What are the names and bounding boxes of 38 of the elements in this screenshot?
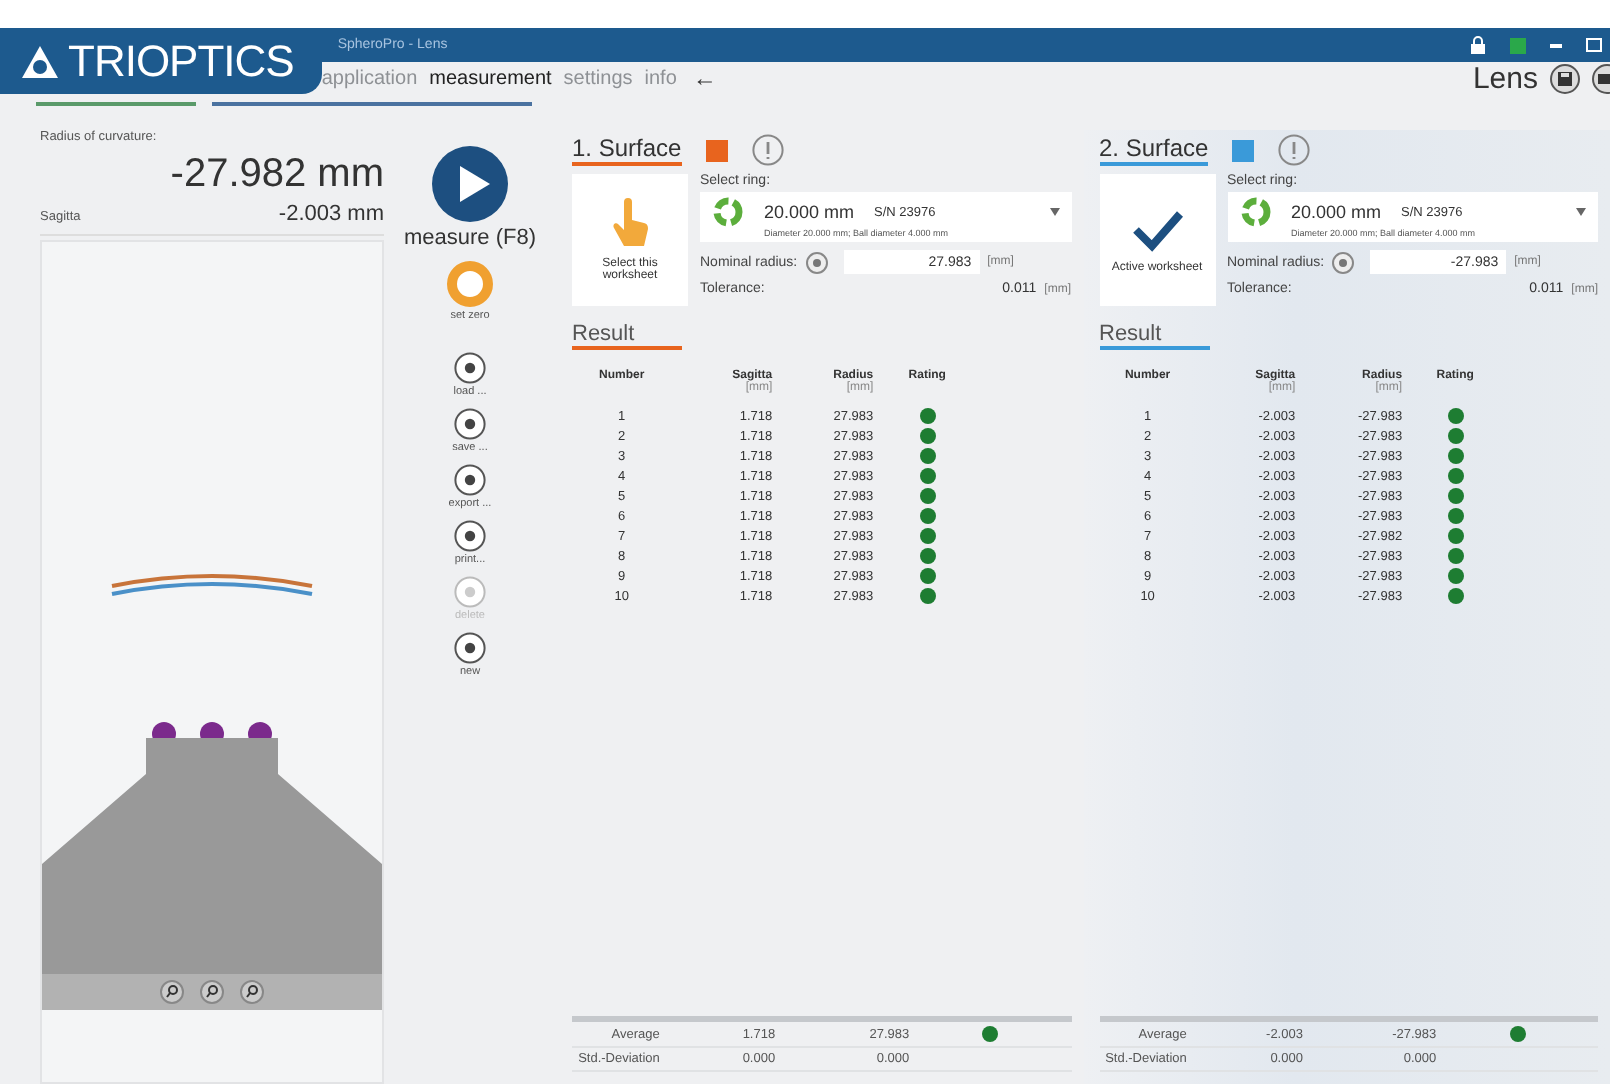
lock-icon[interactable]: [1470, 36, 1486, 54]
settings-icon[interactable]: [805, 251, 828, 273]
play-icon: [432, 146, 508, 222]
save-disk-icon[interactable]: [1550, 63, 1580, 93]
round-tool-icon: [453, 352, 486, 384]
result-title: Result: [1099, 322, 1210, 350]
zoom-icon[interactable]: [160, 980, 184, 1004]
settings-icon[interactable]: [1332, 251, 1355, 273]
minimize-icon[interactable]: [1550, 43, 1562, 47]
tab[interactable]: measurement: [429, 67, 552, 89]
sagitta-value: -2.003 mm: [278, 202, 384, 226]
round-tool-icon: [454, 464, 486, 496]
ring-segments-icon: [712, 196, 744, 228]
zoom-icon[interactable]: [200, 980, 224, 1004]
hand-pointer-icon: [610, 198, 650, 250]
surface-title[interactable]: 1. Surface: [572, 134, 682, 166]
result-title: Result: [572, 322, 683, 350]
measure-button[interactable]: measure (F8): [403, 146, 537, 250]
surface-title[interactable]: 2. Surface: [1099, 134, 1209, 166]
radius-value: -27.982 mm: [170, 152, 384, 198]
round-tool-icon: [454, 520, 486, 552]
zoom-icon[interactable]: [240, 980, 264, 1004]
dropdown-caret-icon: [1576, 208, 1586, 216]
ring-segments-icon: [1239, 196, 1271, 228]
round-tool-icon: [454, 576, 486, 608]
back-button[interactable]: ←: [688, 64, 721, 92]
ring-icon: [446, 260, 494, 308]
logo-text: TRIOPTICS: [68, 35, 294, 87]
info-icon[interactable]: [751, 134, 784, 166]
maximize-icon[interactable]: [1586, 38, 1602, 52]
triangle-logo-icon: [20, 43, 60, 79]
info-icon[interactable]: [1278, 134, 1311, 166]
dropdown-caret-icon: [1049, 208, 1059, 216]
status-square-icon: [1510, 37, 1526, 53]
checkmark-icon: [1129, 206, 1185, 254]
round-tool-icon: [454, 632, 486, 664]
round-tool-icon: [453, 408, 486, 440]
mode-label: Lens: [1472, 61, 1538, 95]
